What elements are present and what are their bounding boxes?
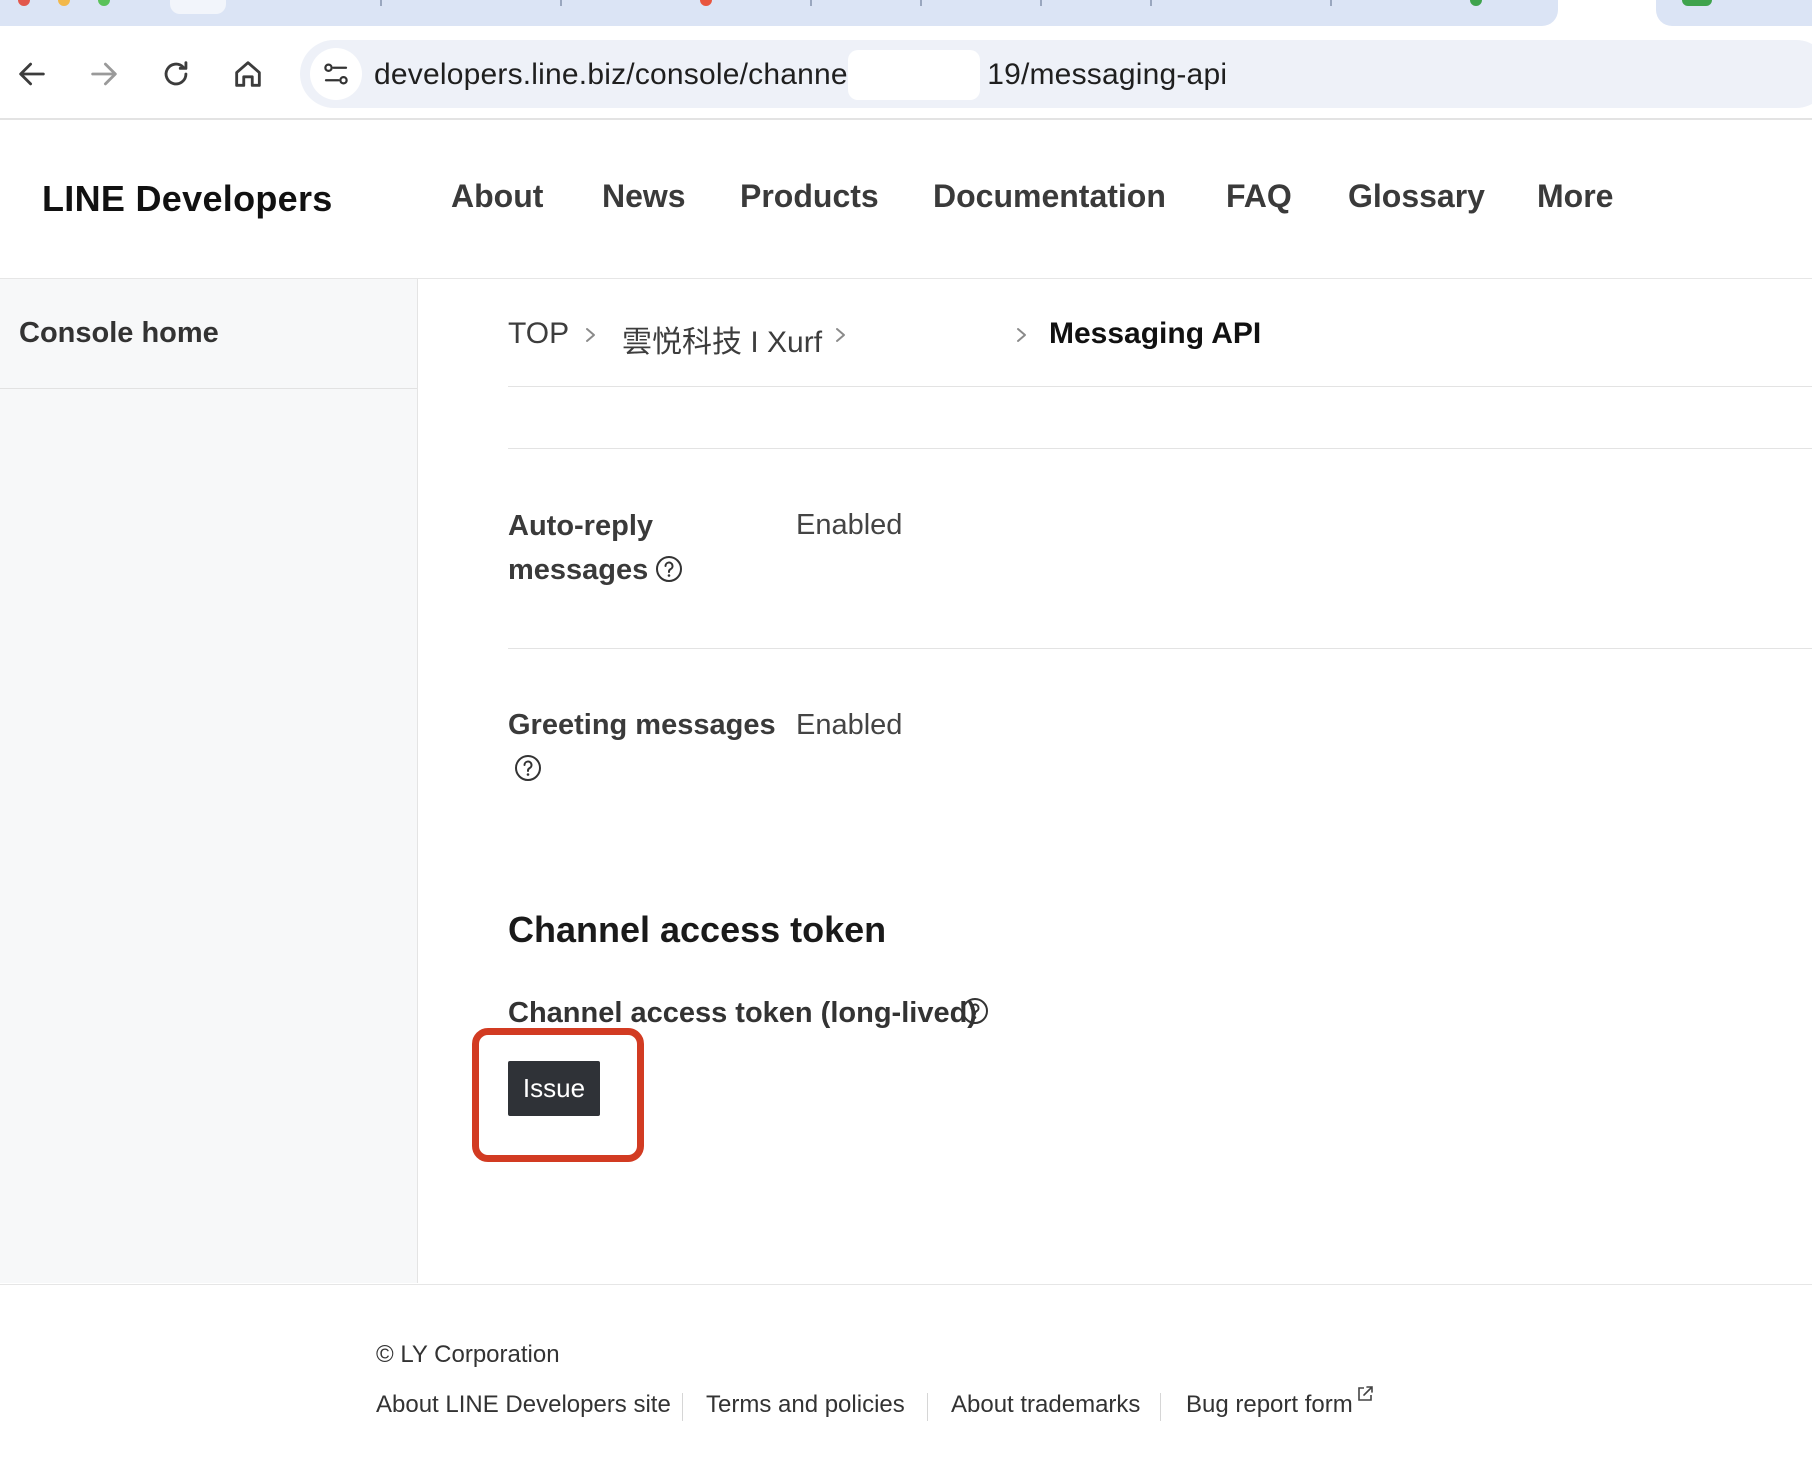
tab-divider: [560, 0, 562, 6]
help-icon[interactable]: [960, 996, 990, 1026]
auto-reply-value: Enabled: [796, 509, 903, 541]
url-suffix: 19/messaging-api: [987, 58, 1228, 91]
footer-divider: [927, 1393, 928, 1421]
nav-news[interactable]: News: [602, 178, 686, 215]
greeting-label-line1: Greeting messages: [508, 709, 776, 741]
url-redaction: [848, 50, 980, 100]
nav-documentation[interactable]: Documentation: [933, 178, 1166, 215]
tab-divider: [1150, 0, 1152, 6]
external-link-icon: [1358, 1386, 1373, 1401]
token-field-label: Channel access token (long-lived): [508, 997, 977, 1029]
reload-button[interactable]: [152, 50, 200, 98]
tune-icon: [324, 63, 348, 85]
chevron-right-icon: [836, 328, 845, 342]
footer-link-about-site[interactable]: About LINE Developers site: [376, 1391, 671, 1419]
auto-reply-label: Auto-reply messages: [508, 504, 653, 592]
greeting-value: Enabled: [796, 709, 903, 741]
nav-about[interactable]: About: [451, 178, 543, 215]
tab-divider: [1040, 0, 1042, 6]
site-header: LINE Developers About News Products Docu…: [0, 120, 1812, 279]
auto-reply-label-line1: Auto-reply: [508, 510, 653, 542]
arrow-left-icon: [19, 62, 45, 86]
tab-bar: [0, 0, 1558, 26]
reload-icon: [164, 61, 188, 86]
breadcrumb-divider: [508, 386, 1812, 387]
active-tab[interactable]: [170, 0, 226, 14]
row-divider: [508, 648, 1812, 649]
tab-favicon[interactable]: [1470, 0, 1482, 6]
home-button[interactable]: [224, 50, 272, 98]
section-divider: [508, 448, 1812, 449]
chevron-right-icon: [586, 328, 595, 342]
footer-link-terms[interactable]: Terms and policies: [706, 1391, 905, 1419]
tab-bar-right: [1656, 0, 1812, 26]
nav-glossary[interactable]: Glossary: [1348, 178, 1485, 215]
browser-toolbar: developers.line.biz/console/channel/19/m…: [0, 28, 1812, 120]
address-bar[interactable]: developers.line.biz/console/channel/19/m…: [300, 40, 1812, 108]
url-text[interactable]: developers.line.biz/console/channel/19/m…: [374, 58, 1227, 92]
help-icon[interactable]: [654, 554, 684, 584]
arrow-right-icon: [91, 62, 117, 86]
greeting-label: Greeting messages: [508, 703, 776, 747]
site-info-button[interactable]: [310, 48, 362, 100]
tab-divider: [920, 0, 922, 6]
tab-favicon[interactable]: [700, 0, 712, 6]
minimize-window-dot[interactable]: [58, 0, 70, 6]
site-logo[interactable]: LINE Developers: [42, 178, 333, 220]
footer-divider: [682, 1393, 683, 1421]
url-prefix: developers.line.biz/console/channel/: [374, 58, 864, 91]
tab-divider: [380, 0, 382, 6]
help-icon[interactable]: [513, 753, 543, 783]
breadcrumb-top[interactable]: TOP: [508, 317, 569, 351]
copyright: © LY Corporation: [376, 1341, 560, 1368]
breadcrumb: TOP 雲悦科技 I Xurf Messaging API: [508, 317, 1808, 359]
tab-favicon[interactable]: [1682, 0, 1712, 6]
main-content: TOP 雲悦科技 I Xurf Messaging API Auto-reply…: [418, 279, 1812, 1283]
section-title: Channel access token: [508, 909, 887, 950]
nav-faq[interactable]: FAQ: [1226, 178, 1292, 215]
maximize-window-dot[interactable]: [98, 0, 110, 6]
nav-more[interactable]: More: [1537, 178, 1613, 215]
footer: © LY Corporation About LINE Developers s…: [0, 1284, 1812, 1461]
footer-link-trademarks[interactable]: About trademarks: [951, 1391, 1140, 1419]
sidebar-item-label: Console home: [19, 317, 219, 349]
footer-divider: [1160, 1393, 1161, 1421]
issue-button[interactable]: Issue: [508, 1061, 600, 1116]
forward-button[interactable]: [80, 50, 128, 98]
close-window-dot[interactable]: [18, 0, 30, 6]
sidebar-item-console-home[interactable]: Console home: [0, 279, 417, 389]
browser-tab-strip: [0, 0, 1812, 28]
auto-reply-label-line2: messages: [508, 554, 649, 586]
chevron-right-icon: [1017, 328, 1026, 342]
breadcrumb-provider[interactable]: 雲悦科技 I Xurf: [622, 317, 822, 361]
breadcrumb-current: Messaging API: [1049, 317, 1262, 350]
home-icon: [235, 61, 261, 87]
sidebar: Console home: [0, 279, 418, 1283]
tab-divider: [810, 0, 812, 6]
nav-products[interactable]: Products: [740, 178, 879, 215]
tab-divider: [1330, 0, 1332, 6]
footer-link-bug-report[interactable]: Bug report form: [1186, 1391, 1353, 1419]
back-button[interactable]: [8, 50, 56, 98]
